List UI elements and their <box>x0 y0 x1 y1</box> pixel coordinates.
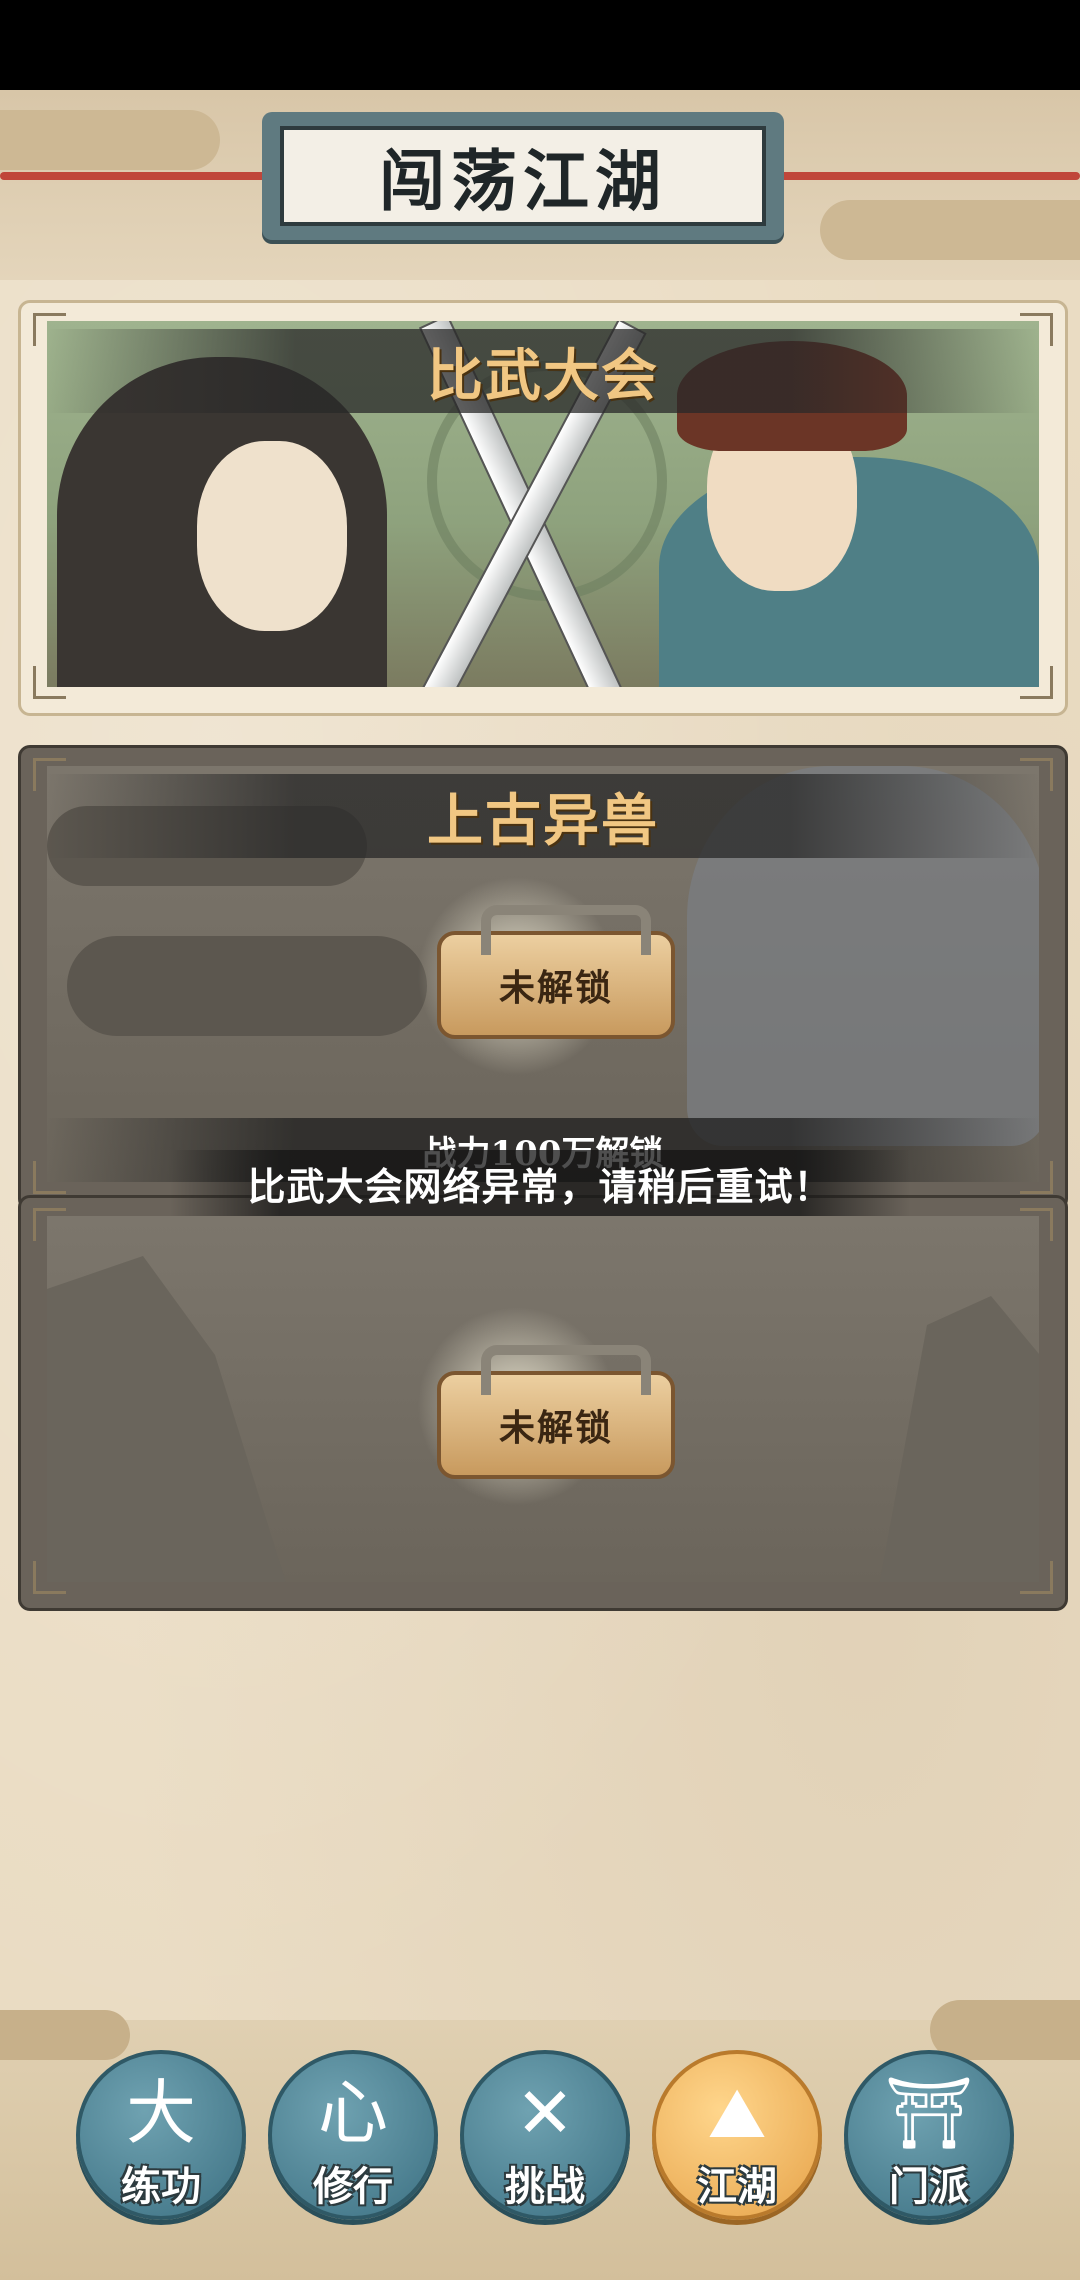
title-plaque: 闯荡江湖 <box>262 112 784 240</box>
cloud-decoration <box>820 200 1080 260</box>
cloud-decoration <box>67 936 427 1036</box>
corner-ornament <box>1020 1161 1053 1194</box>
mountain-artwork: 未解锁 <box>47 1216 1039 1582</box>
cliff-left <box>47 1256 287 1582</box>
nav-sect[interactable]: ⛩ 门派 <box>844 2050 1014 2220</box>
nav-challenge[interactable]: ✕ 挑战 <box>460 2050 630 2220</box>
nav-label: 挑战 <box>505 2163 585 2210</box>
corner-ornament <box>33 758 66 791</box>
card-tournament[interactable]: 比武大会 <box>18 300 1068 716</box>
lock-label: 未解锁 <box>498 1407 613 1449</box>
heart-icon: 心 <box>318 2072 388 2154</box>
corner-ornament <box>1020 1208 1053 1241</box>
corner-ornament <box>1020 666 1053 699</box>
nav-label: 练功 <box>121 2163 201 2210</box>
martial-artist-icon: 大 <box>126 2072 196 2154</box>
corner-ornament <box>33 313 66 346</box>
lock-icon: 未解锁 <box>437 1345 675 1479</box>
corner-ornament <box>33 1161 66 1194</box>
lock-icon: 未解锁 <box>437 905 675 1039</box>
nav-label: 门派 <box>889 2163 969 2210</box>
tournament-artwork: 比武大会 <box>47 321 1039 687</box>
nav-jianghu[interactable]: ⛰ 江湖 <box>652 2050 822 2220</box>
card-ancient-beast[interactable]: 上古异兽 未解锁 战力100万解锁 <box>18 745 1068 1211</box>
red-rope <box>780 172 1080 180</box>
card-locked-mountain[interactable]: 未解锁 <box>18 1195 1068 1611</box>
ancient-beast-artwork: 上古异兽 未解锁 战力100万解锁 <box>47 766 1039 1182</box>
status-bar <box>0 0 1080 90</box>
card-title-banner: 上古异兽 <box>47 774 1039 858</box>
corner-ornament <box>33 1208 66 1241</box>
nav-cultivation[interactable]: 心 修行 <box>268 2050 438 2220</box>
error-toast: 比武大会网络异常，请稍后重试！ <box>170 1150 910 1216</box>
lock-label: 未解锁 <box>498 967 613 1009</box>
cloud-decoration <box>0 110 220 170</box>
corner-ornament <box>1020 313 1053 346</box>
jianghu-page: 闯荡江湖 比武大会 上古异兽 未解锁 比武大会网络异常，请稍后重试！ 未解锁 大… <box>0 90 1080 2280</box>
cliff-right <box>879 1296 1039 1582</box>
crossed-swords-icon: ✕ <box>515 2072 575 2154</box>
mountain-icon: ⛰ <box>707 2072 767 2154</box>
header: 闯荡江湖 <box>0 90 1080 280</box>
bottom-nav: 大 练功 心 修行 ✕ 挑战 ⛰ 江湖 ⛩ 门派 <box>0 2050 1080 2250</box>
nav-label: 修行 <box>313 2163 393 2210</box>
toast-message: 比武大会网络异常，请稍后重试！ <box>247 1163 833 1209</box>
corner-ornament <box>33 1561 66 1594</box>
corner-ornament <box>1020 758 1053 791</box>
fighter-left-face <box>197 441 347 631</box>
card-title-banner: 比武大会 <box>47 329 1039 413</box>
corner-ornament <box>1020 1561 1053 1594</box>
card-title: 比武大会 <box>427 342 659 409</box>
red-rope <box>0 172 270 180</box>
page-title: 闯荡江湖 <box>379 142 667 220</box>
card-title: 上古异兽 <box>427 787 659 854</box>
nav-label: 江湖 <box>697 2163 777 2210</box>
gate-icon: ⛩ <box>884 2072 974 2154</box>
corner-ornament <box>33 666 66 699</box>
nav-practice[interactable]: 大 练功 <box>76 2050 246 2220</box>
